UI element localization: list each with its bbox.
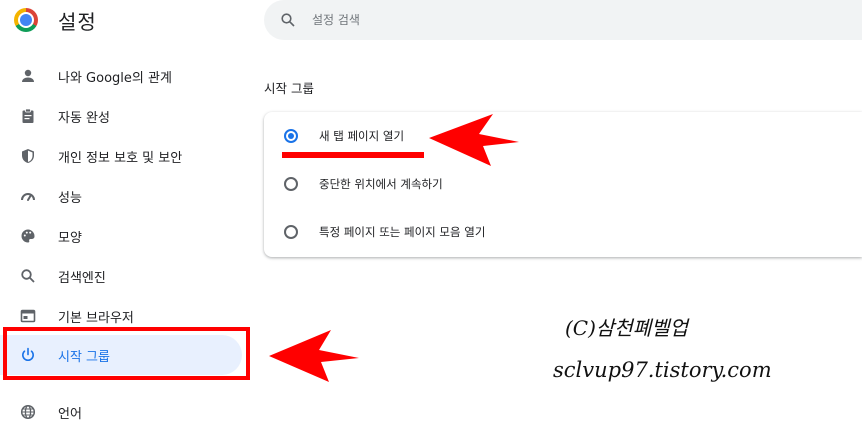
sidebar-item-label: 나와 Google의 관계: [58, 70, 172, 86]
clipboard-icon: [20, 108, 36, 124]
sidebar-item-label: 자동 완성: [58, 110, 110, 126]
app-header: 설정: [14, 6, 97, 34]
speedometer-icon: [20, 188, 36, 204]
option-open-specific-pages[interactable]: 특정 페이지 또는 페이지 모음 열기: [264, 208, 862, 256]
startup-options-card: 새 탭 페이지 열기 중단한 위치에서 계속하기 특정 페이지 또는 페이지 모…: [264, 112, 862, 257]
radio-button-selected[interactable]: [284, 129, 298, 143]
search-input[interactable]: [310, 12, 814, 28]
radio-button[interactable]: [284, 177, 298, 191]
sidebar-highlight-box: [3, 327, 250, 380]
sidebar-item-privacy-security[interactable]: 개인 정보 보호 및 보안: [0, 136, 242, 176]
red-arrow-annotation: [269, 330, 359, 382]
section-title: 시작 그룹: [264, 81, 314, 96]
browser-window-icon: [20, 308, 36, 324]
sidebar-item-label: 언어: [58, 406, 82, 422]
option-label: 새 탭 페이지 열기: [319, 129, 405, 143]
sidebar-item-autofill[interactable]: 자동 완성: [0, 96, 242, 136]
sidebar-item-label: 성능: [58, 190, 82, 206]
sidebar-item-search-engine[interactable]: 검색엔진: [0, 256, 242, 296]
watermark-url: sclvup97.tistory.com: [553, 358, 772, 382]
search-icon: [280, 12, 296, 28]
option-label: 중단한 위치에서 계속하기: [319, 177, 443, 191]
option-continue-where-left-off[interactable]: 중단한 위치에서 계속하기: [264, 160, 862, 208]
option-label: 특정 페이지 또는 페이지 모음 열기: [319, 225, 486, 239]
red-arrow-annotation: [429, 114, 519, 166]
sidebar-item-label: 기본 브라우저: [58, 310, 134, 326]
sidebar-item-label: 검색엔진: [58, 270, 106, 286]
sidebar-item-appearance[interactable]: 모양: [0, 216, 242, 256]
watermark-copyright: (C)삼천폐벨업: [565, 316, 688, 340]
search-icon: [20, 268, 36, 284]
globe-icon: [20, 404, 36, 420]
radio-button[interactable]: [284, 225, 298, 239]
page-title: 설정: [58, 9, 97, 34]
sidebar-item-you-and-google[interactable]: 나와 Google의 관계: [0, 56, 242, 96]
palette-icon: [20, 228, 36, 244]
person-icon: [20, 68, 36, 84]
sidebar-item-label: 개인 정보 보호 및 보안: [58, 150, 183, 166]
shield-icon: [20, 148, 36, 164]
search-bar[interactable]: [264, 0, 862, 40]
sidebar-item-languages[interactable]: 언어: [0, 392, 242, 432]
sidebar-item-performance[interactable]: 성능: [0, 176, 242, 216]
chrome-logo-icon: [14, 8, 38, 32]
sidebar-item-label: 모양: [58, 230, 82, 246]
red-underline-annotation: [282, 152, 424, 158]
